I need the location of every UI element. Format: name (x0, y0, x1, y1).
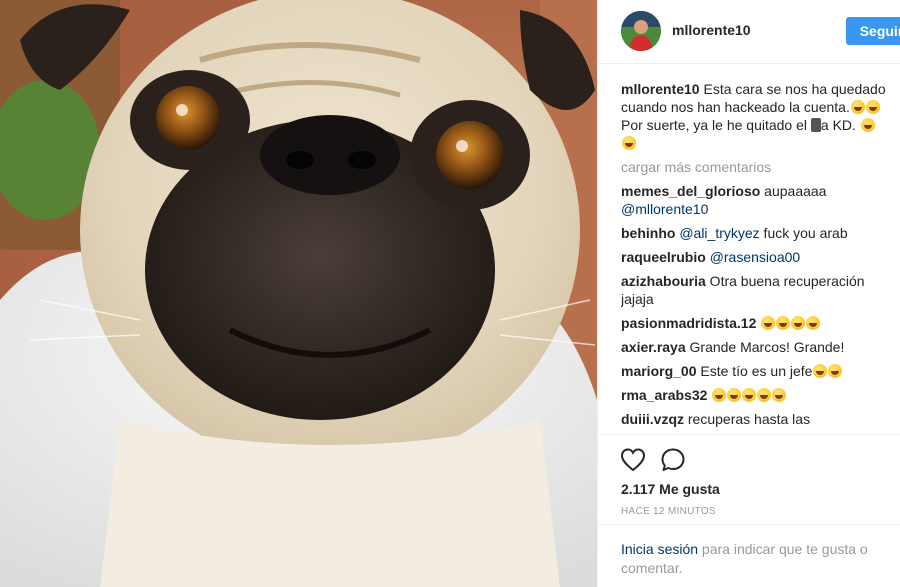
comment-username[interactable]: duiii.vzqz (621, 411, 684, 427)
comment-text: Este tío es un jefe (696, 363, 813, 379)
comment-username[interactable]: behinho (621, 225, 675, 241)
scream-emoji-icon (850, 100, 865, 114)
comment-username[interactable]: axier.raya (621, 339, 686, 355)
comment-text: aupaaaaa (760, 183, 827, 199)
comment-item: mariorg_00 Este tío es un jefe (621, 362, 893, 380)
laughing-emoji-icon (828, 364, 843, 378)
header-username[interactable]: mllorente10 (672, 22, 751, 38)
comment-icon[interactable] (660, 447, 686, 473)
avatar-image (621, 11, 661, 51)
comment-item: azizhabouria Otra buena recuperación jaj… (621, 272, 893, 308)
comment-username[interactable]: memes_del_glorioso (621, 183, 760, 199)
comment-item: axier.raya Grande Marcos! Grande! (621, 338, 893, 356)
comment-username[interactable]: rma_arabs32 (621, 387, 707, 403)
comment-item: memes_del_glorioso aupaaaaa @mllorente10 (621, 182, 893, 218)
comments-list[interactable]: mllorente10 Esta cara se nos ha quedado … (621, 80, 893, 432)
comment-username[interactable]: pasionmadridista.12 (621, 315, 756, 331)
comment-mention[interactable]: @mllorente10 (621, 201, 708, 217)
post-photo[interactable] (0, 0, 597, 587)
post-actions: 2.117 Me gusta HACE 12 MINUTOS (598, 434, 900, 530)
laughing-emoji-icon (712, 388, 727, 402)
comment-username[interactable]: raqueelrubio (621, 249, 706, 265)
laughing-emoji-icon (860, 118, 875, 132)
likes-count[interactable]: 2.117 Me gusta (621, 481, 720, 497)
follow-button[interactable]: Seguir (846, 17, 900, 45)
laughing-emoji-icon (806, 316, 821, 330)
comment-username[interactable]: mariorg_00 (621, 363, 696, 379)
mobile-phone-icon (810, 118, 821, 132)
comment-item: rma_arabs32 (621, 386, 893, 404)
comment-item: duiii.vzqz recuperas hasta las (621, 410, 893, 428)
laughing-emoji-icon (776, 316, 791, 330)
post-header: mllorente10 Seguir (598, 0, 900, 64)
comment-username[interactable]: azizhabouria (621, 273, 706, 289)
laughing-emoji-icon (742, 388, 757, 402)
laughing-emoji-icon (757, 388, 772, 402)
login-prompt: Inicia sesión para indicar que te gusta … (598, 524, 900, 587)
laughing-emoji-icon (622, 136, 636, 150)
caption-text-2: Por suerte, ya le he quitado el (621, 117, 811, 133)
comment-item: pasionmadridista.12 (621, 314, 893, 332)
heart-icon[interactable] (620, 447, 646, 473)
comment-text-after: fuck you arab (759, 225, 848, 241)
login-link[interactable]: Inicia sesión (621, 541, 698, 557)
scream-emoji-icon (865, 100, 880, 114)
post-side-panel: mllorente10 Seguir mllorente10 Esta cara… (597, 0, 900, 587)
laughing-emoji-icon (761, 316, 776, 330)
avatar[interactable] (621, 11, 661, 51)
comment-text (707, 387, 711, 403)
laughing-emoji-icon (791, 316, 806, 330)
comment-text (756, 315, 760, 331)
laughing-emoji-icon (772, 388, 787, 402)
laughing-emoji-icon (727, 388, 742, 402)
comment-mention[interactable]: @ali_trykyez (679, 225, 759, 241)
caption: mllorente10 Esta cara se nos ha quedado … (621, 80, 893, 152)
caption-text-3: a KD. (820, 117, 860, 133)
comment-mention[interactable]: @rasensioa00 (710, 249, 801, 265)
comment-item: behinho @ali_trykyez fuck you arab (621, 224, 893, 242)
comment-text: Grande Marcos! Grande! (685, 339, 845, 355)
laughing-emoji-icon (813, 364, 828, 378)
comment-text: recuperas hasta las (684, 411, 811, 427)
post-timestamp: HACE 12 MINUTOS (621, 506, 716, 517)
caption-username[interactable]: mllorente10 (621, 81, 700, 97)
pug-photo-illustration (0, 0, 597, 587)
load-more-comments-link[interactable]: cargar más comentarios (621, 158, 893, 176)
comment-item: raqueelrubio @rasensioa00 (621, 248, 893, 266)
